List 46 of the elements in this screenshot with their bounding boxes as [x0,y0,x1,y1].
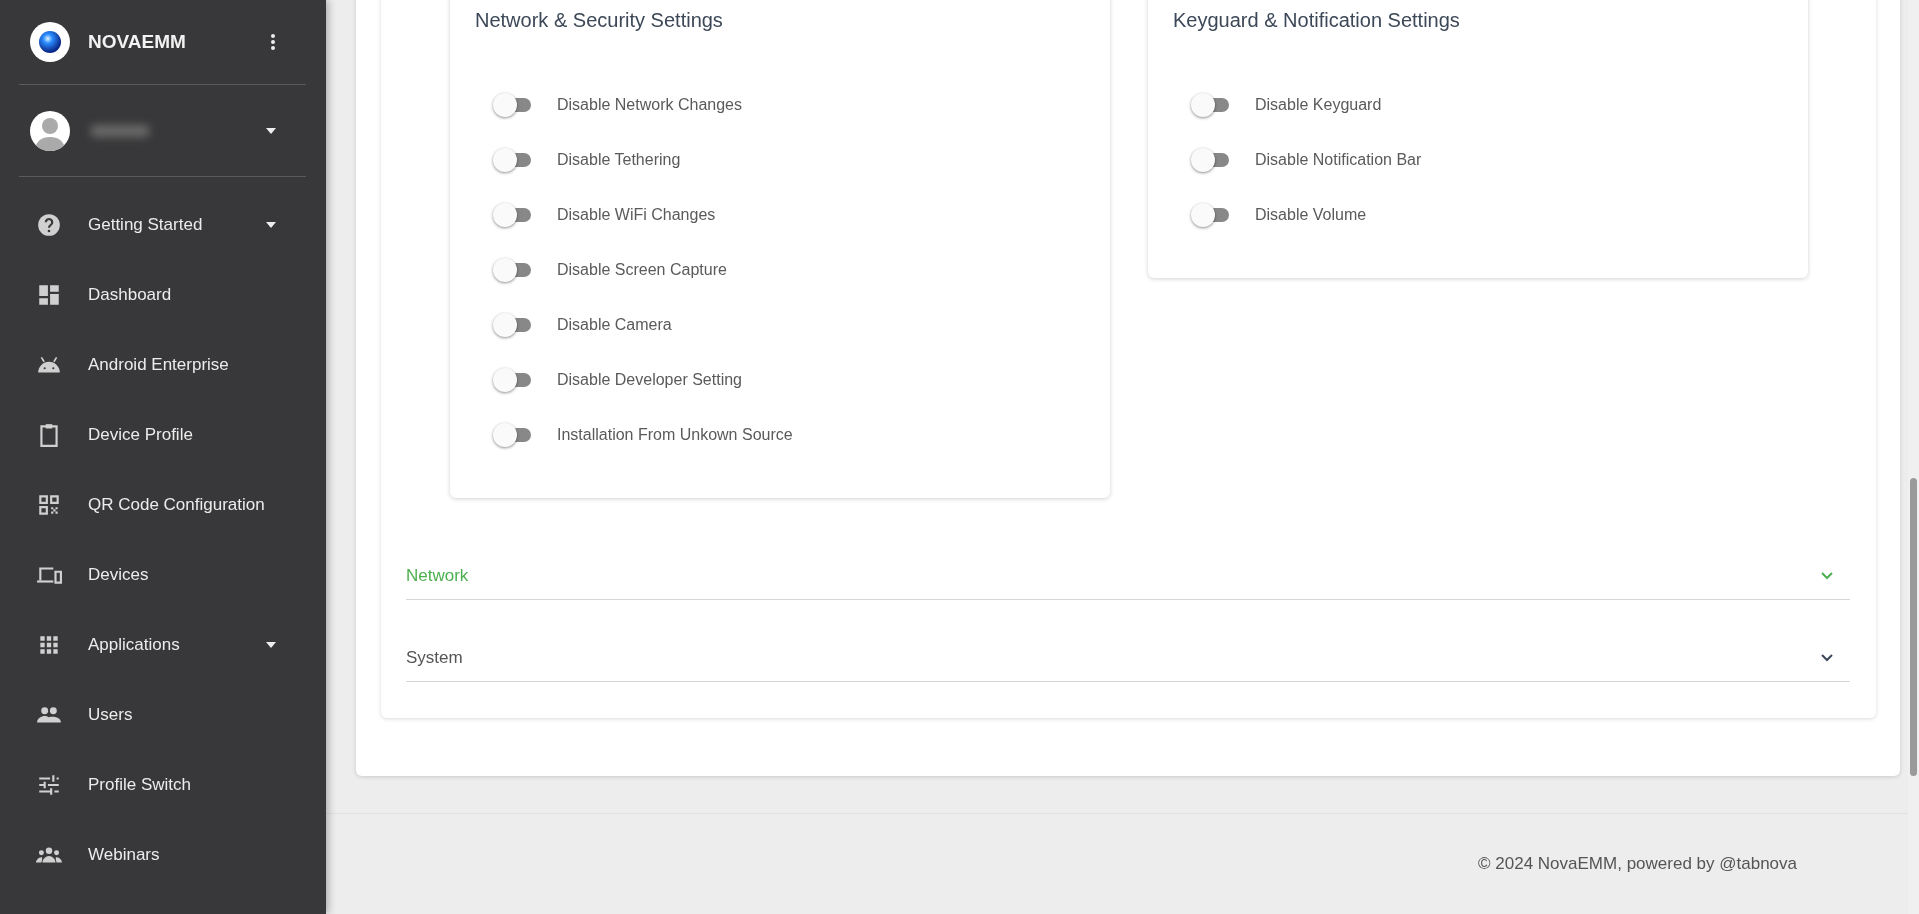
sidebar-item[interactable]: Device Profile [0,400,306,470]
toggle-label: Installation From Unkown Source [557,425,793,444]
qr-code-icon [36,492,62,518]
toggle-label: Disable Keyguard [1255,95,1382,114]
caret-icon[interactable] [266,127,276,134]
sidebar-item[interactable]: Getting Started [0,190,306,260]
sidebar-item[interactable]: Users [0,680,306,750]
more-options-icon[interactable] [270,33,276,51]
toggle-switch[interactable] [493,424,531,445]
sidebar-item[interactable]: Android Enterprise [0,330,306,400]
card-title: Network & Security Settings [475,8,724,32]
toggle-switch[interactable] [493,369,531,390]
sidebar-item[interactable]: Profile Switch [0,750,306,820]
toggle-label: Disable WiFi Changes [557,205,716,224]
toggle-label: Disable Volume [1255,205,1367,224]
chevron-down-icon [1820,652,1834,663]
sidebar-item[interactable]: Dashboard [0,260,306,330]
toggle-switch[interactable] [493,259,531,280]
toggle-switch[interactable] [1191,204,1229,225]
toggle-switch[interactable] [493,149,531,170]
toggle-switch[interactable] [493,314,531,335]
toggle-switch[interactable] [1191,94,1229,115]
dashboard-icon [36,282,62,308]
toggle-label: Disable Screen Capture [557,260,727,279]
toggle-label: Disable Camera [557,315,672,334]
help-icon [36,212,62,238]
logo-icon [30,22,70,62]
toggle-switch[interactable] [1191,149,1229,170]
accordion-header[interactable]: System [406,634,1850,682]
brand-name: NOVAEMM [88,31,187,53]
sidebar-item[interactable]: QR Code Configuration [0,470,306,540]
toggle-label: Disable Developer Setting [557,370,742,389]
toggle-switch[interactable] [493,94,531,115]
card-title: Keyguard & Notification Settings [1173,8,1461,32]
toggle-label: Disable Notification Bar [1255,150,1422,169]
sidebar-item[interactable]: Webinars [0,820,306,890]
chevron-down-icon [1820,570,1834,581]
sliders-icon [36,772,62,798]
footer-text: © 2024 NovaEMM, powered by @tabnova [1478,854,1797,874]
toggle-label: Disable Tethering [557,150,681,169]
avatar-icon[interactable] [30,110,70,151]
toggle-label: Disable Network Changes [557,95,742,114]
sidebar-item[interactable]: Devices [0,540,306,610]
blurred-user-name [90,124,150,137]
toggle-switch[interactable] [493,204,531,225]
sidebar-item[interactable]: Applications [0,610,306,680]
